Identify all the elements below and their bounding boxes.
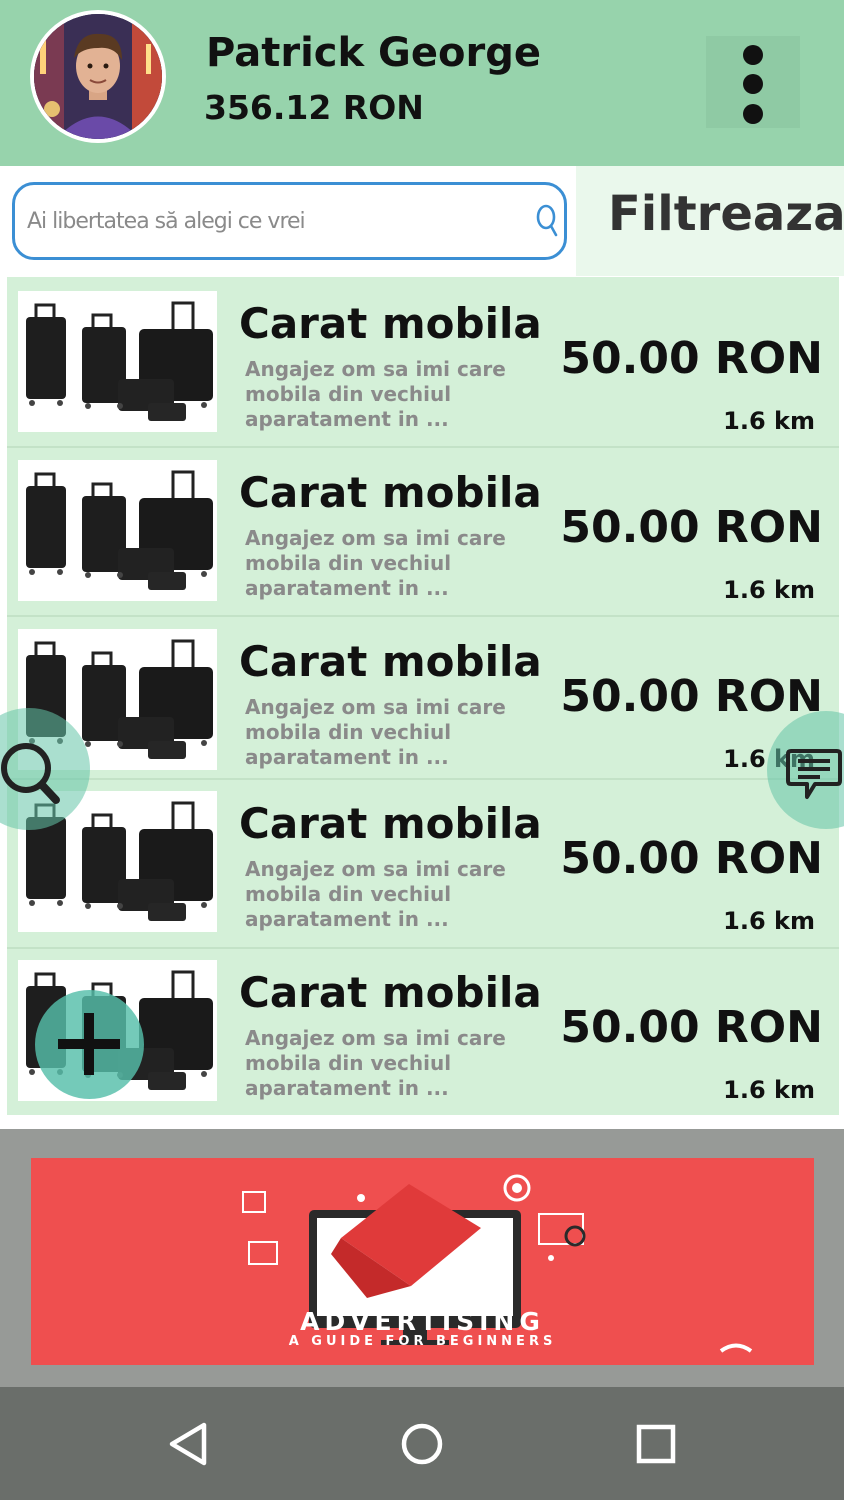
more-options-button[interactable] [706, 36, 800, 128]
listing-distance: 1.6 km [723, 407, 815, 435]
avatar-photo [34, 14, 162, 139]
listing-image [18, 460, 217, 601]
ad-subtitle: A GUIDE FOR BEGINNERS [288, 1334, 557, 1349]
search-bar-area [0, 166, 576, 276]
listing-distance: 1.6 km [723, 1076, 815, 1104]
listing-price: 50.00 RON [560, 1002, 823, 1053]
listing-description: Angajez om sa imi care mobila din vechiu… [245, 526, 506, 600]
system-nav-bar [0, 1387, 844, 1500]
listing-price: 50.00 RON [560, 333, 823, 384]
list-item[interactable]: Carat mobila Angajez om sa imi care mobi… [7, 277, 839, 445]
user-avatar[interactable] [30, 10, 166, 143]
luggage-icon [26, 301, 213, 421]
listing-title: Carat mobila [239, 299, 542, 348]
listing-title: Carat mobila [239, 637, 542, 686]
listing-distance: 1.6 km [723, 907, 815, 935]
listing-image [18, 291, 217, 432]
user-name: Patrick George [206, 30, 541, 76]
listing-description: Angajez om sa imi care mobila din vechiu… [245, 857, 506, 931]
ad-banner[interactable]: ADVERTISING A GUIDE FOR BEGINNERS [31, 1158, 814, 1365]
listing-list[interactable]: Carat mobila Angajez om sa imi care mobi… [7, 277, 839, 1115]
filter-button[interactable]: Filtreaza [576, 166, 844, 276]
listing-price: 50.00 RON [560, 833, 823, 884]
listing-description: Angajez om sa imi care mobila din vechiu… [245, 695, 506, 769]
back-triangle-icon[interactable] [164, 1419, 214, 1469]
list-item[interactable]: Carat mobila Angajez om sa imi care mobi… [7, 615, 839, 783]
home-circle-icon[interactable] [397, 1419, 447, 1469]
search-icon[interactable] [533, 202, 561, 238]
listing-description: Angajez om sa imi care mobila din vechiu… [245, 357, 506, 431]
ad-area: ADVERTISING A GUIDE FOR BEGINNERS [0, 1129, 844, 1387]
ad-title: ADVERTISING [300, 1307, 545, 1336]
listing-price: 50.00 RON [560, 671, 823, 722]
listing-title: Carat mobila [239, 468, 542, 517]
list-item[interactable]: Carat mobila Angajez om sa imi care mobi… [7, 778, 839, 946]
app-header: Patrick George 356.12 RON [0, 0, 844, 166]
user-balance: 356.12 RON [204, 88, 424, 127]
listing-title: Carat mobila [239, 799, 542, 848]
search-input[interactable] [12, 182, 567, 260]
chat-icon [786, 749, 842, 799]
plus-icon [58, 1013, 120, 1075]
listing-distance: 1.6 km [723, 576, 815, 604]
divider [7, 446, 839, 448]
filter-label: Filtreaza [608, 186, 844, 242]
luggage-icon [26, 470, 213, 590]
list-item[interactable]: Carat mobila Angajez om sa imi care mobi… [7, 446, 839, 614]
search-icon [1, 743, 60, 804]
add-listing-button[interactable] [35, 990, 144, 1099]
recents-square-icon[interactable] [631, 1419, 681, 1469]
divider [7, 615, 839, 617]
listing-title: Carat mobila [239, 968, 542, 1017]
listing-price: 50.00 RON [560, 502, 823, 553]
divider [7, 947, 839, 949]
divider [7, 778, 839, 780]
listing-description: Angajez om sa imi care mobila din vechiu… [245, 1026, 506, 1100]
